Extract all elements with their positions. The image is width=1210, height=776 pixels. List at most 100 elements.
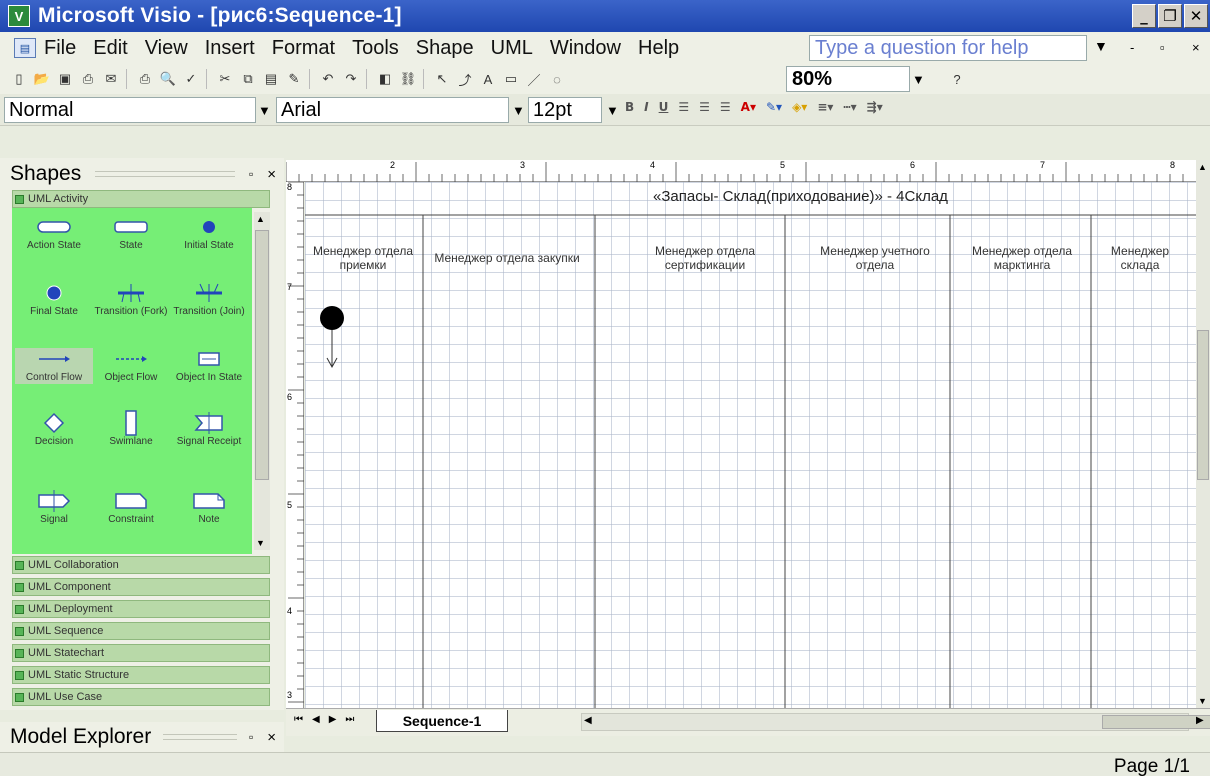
scroll-down-icon[interactable]: ▼ bbox=[256, 538, 265, 548]
panel-grip[interactable] bbox=[163, 734, 237, 740]
save-icon[interactable]: ▣ bbox=[55, 69, 75, 89]
minimize-doc-icon[interactable]: - bbox=[1130, 40, 1134, 55]
initial-state-node[interactable] bbox=[320, 306, 344, 369]
drawing-canvas[interactable]: «Запасы- Склад(приходование)» - 4Склад М… bbox=[305, 182, 1196, 708]
pin-icon[interactable]: ▫ bbox=[249, 730, 253, 744]
style-dropdown-icon[interactable]: ▼ bbox=[258, 103, 271, 118]
swimlane-header[interactable]: Менеджер отдела марктинга bbox=[967, 222, 1077, 294]
close-button[interactable]: ✕ bbox=[1184, 4, 1208, 28]
stencil-scrollbar[interactable]: ▲ ▼ bbox=[254, 212, 270, 550]
font-dropdown-icon[interactable]: ▼ bbox=[512, 103, 525, 118]
spelling-icon[interactable]: ✓ bbox=[181, 69, 201, 89]
line-pattern-icon[interactable]: ┅▾ bbox=[843, 100, 856, 114]
line-weight-icon[interactable]: ≡▾ bbox=[817, 100, 833, 114]
underline-icon[interactable]: U bbox=[659, 100, 669, 114]
shapes-icon[interactable]: ◧ bbox=[375, 69, 395, 89]
help-dropdown-icon[interactable]: ▼ bbox=[1094, 38, 1108, 54]
text-tool-icon[interactable]: A bbox=[478, 69, 498, 89]
horizontal-scroll-thumb[interactable] bbox=[1102, 715, 1210, 729]
stamp-tool-icon[interactable]: ◌ bbox=[547, 69, 567, 89]
copy-icon[interactable]: ⧉ bbox=[238, 69, 258, 89]
fill-color-icon[interactable]: ◈▾ bbox=[792, 100, 807, 114]
hyperlink-icon[interactable]: ⛓ bbox=[398, 69, 418, 89]
help-icon[interactable]: ? bbox=[947, 69, 967, 89]
stencil-uml-use-case[interactable]: UML Use Case bbox=[12, 688, 270, 706]
stencil-uml-deployment[interactable]: UML Deployment bbox=[12, 600, 270, 618]
help-search-input[interactable]: Type a question for help bbox=[809, 35, 1087, 61]
style-select[interactable]: Normal bbox=[4, 97, 256, 123]
menu-file[interactable]: File bbox=[44, 37, 76, 60]
print-icon[interactable]: ⎙ bbox=[135, 69, 155, 89]
zoom-input[interactable]: 80% bbox=[786, 66, 910, 92]
scroll-left-icon[interactable]: ◀ bbox=[584, 715, 592, 726]
line-ends-icon[interactable]: ⇶▾ bbox=[867, 100, 883, 114]
restore-button[interactable]: ❐ bbox=[1158, 4, 1182, 28]
menu-uml[interactable]: UML bbox=[491, 37, 533, 60]
restore-doc-icon[interactable]: ▫ bbox=[1160, 40, 1165, 55]
pointer-tool-icon[interactable]: ↖ bbox=[432, 69, 452, 89]
close-panel-icon[interactable]: × bbox=[267, 166, 276, 183]
swimlane-header[interactable]: Менеджер отдела сертификации bbox=[635, 222, 775, 294]
shape-action-state[interactable]: Action State bbox=[15, 216, 93, 252]
shape-constraint[interactable]: Constraint bbox=[92, 490, 170, 526]
pin-icon[interactable]: ▫ bbox=[249, 167, 253, 181]
font-size-select[interactable]: 12pt bbox=[528, 97, 602, 123]
canvas-horizontal-scrollbar[interactable]: ◀ bbox=[581, 713, 1210, 731]
stencil-uml-static-structure[interactable]: UML Static Structure bbox=[12, 666, 270, 684]
bold-icon[interactable]: B bbox=[625, 100, 634, 114]
permission-icon[interactable]: ⎙ bbox=[78, 69, 98, 89]
rectangle-tool-icon[interactable]: ▭ bbox=[501, 69, 521, 89]
menu-edit[interactable]: Edit bbox=[93, 37, 127, 60]
menu-view[interactable]: View bbox=[145, 37, 188, 60]
shape-transition-join[interactable]: Transition (Join) bbox=[170, 282, 248, 318]
swimlane-header[interactable]: Менеджер отдела закупки bbox=[427, 222, 587, 294]
shape-signal[interactable]: Signal bbox=[15, 490, 93, 526]
shape-decision[interactable]: Decision bbox=[15, 412, 93, 448]
cut-icon[interactable]: ✂ bbox=[215, 69, 235, 89]
email-icon[interactable]: ✉ bbox=[101, 69, 121, 89]
open-icon[interactable]: 📂 bbox=[32, 69, 52, 89]
size-dropdown-icon[interactable]: ▼ bbox=[606, 103, 619, 118]
undo-icon[interactable]: ↶ bbox=[318, 69, 338, 89]
menu-shape[interactable]: Shape bbox=[416, 37, 474, 60]
new-icon[interactable]: ▯ bbox=[9, 69, 29, 89]
minimize-button[interactable]: _ bbox=[1132, 4, 1156, 28]
shape-final-state[interactable]: Final State bbox=[15, 282, 93, 318]
print-preview-icon[interactable]: 🔍 bbox=[158, 69, 178, 89]
scroll-up-icon[interactable]: ▲ bbox=[256, 214, 265, 224]
stencil-uml-component[interactable]: UML Component bbox=[12, 578, 270, 596]
vertical-scroll-thumb[interactable] bbox=[1197, 330, 1209, 480]
scroll-up-icon[interactable]: ▲ bbox=[1198, 162, 1207, 172]
last-page-icon[interactable]: ⏭ bbox=[345, 714, 354, 725]
diagram-title[interactable]: «Запасы- Склад(приходование)» - 4Склад bbox=[305, 188, 1196, 205]
zoom-dropdown-icon[interactable]: ▼ bbox=[912, 72, 925, 87]
panel-grip[interactable] bbox=[95, 171, 235, 177]
shape-control-flow[interactable]: Control Flow bbox=[15, 348, 93, 384]
prev-page-icon[interactable]: ◀ bbox=[312, 714, 320, 725]
swimlane-header[interactable]: Менеджер отдела приемки bbox=[307, 222, 419, 294]
font-color-icon[interactable]: A▾ bbox=[741, 100, 756, 114]
stencil-uml-statechart[interactable]: UML Statechart bbox=[12, 644, 270, 662]
line-tool-icon[interactable]: ／ bbox=[524, 69, 544, 89]
stencil-scroll-thumb[interactable] bbox=[255, 230, 269, 480]
visio-icon[interactable]: V bbox=[8, 5, 30, 27]
align-right-icon[interactable]: ☰ bbox=[720, 100, 731, 114]
menu-window[interactable]: Window bbox=[550, 37, 621, 60]
stencil-uml-sequence[interactable]: UML Sequence bbox=[12, 622, 270, 640]
shape-object-flow[interactable]: Object Flow bbox=[92, 348, 170, 384]
swimlane-header[interactable]: Менеджер склада bbox=[1095, 222, 1185, 294]
align-left-icon[interactable]: ☰ bbox=[678, 100, 689, 114]
close-doc-icon[interactable]: × bbox=[1192, 40, 1200, 55]
line-color-icon[interactable]: ✎▾ bbox=[766, 100, 782, 114]
tab-sequence-1[interactable]: Sequence-1 bbox=[376, 710, 508, 732]
stencil-uml-activity[interactable]: UML Activity bbox=[12, 190, 270, 208]
align-center-icon[interactable]: ☰ bbox=[699, 100, 710, 114]
shape-initial-state[interactable]: Initial State bbox=[170, 216, 248, 252]
scroll-right-icon[interactable]: ▶ bbox=[1196, 715, 1204, 726]
document-icon[interactable]: ▤ bbox=[14, 38, 36, 58]
swimlane-header[interactable]: Менеджер учетного отдела bbox=[815, 222, 935, 294]
italic-icon[interactable]: I bbox=[644, 100, 648, 114]
paste-icon[interactable]: ▤ bbox=[261, 69, 281, 89]
connector-tool-icon[interactable]: ⤴ bbox=[455, 69, 475, 89]
format-painter-icon[interactable]: ✎ bbox=[284, 69, 304, 89]
